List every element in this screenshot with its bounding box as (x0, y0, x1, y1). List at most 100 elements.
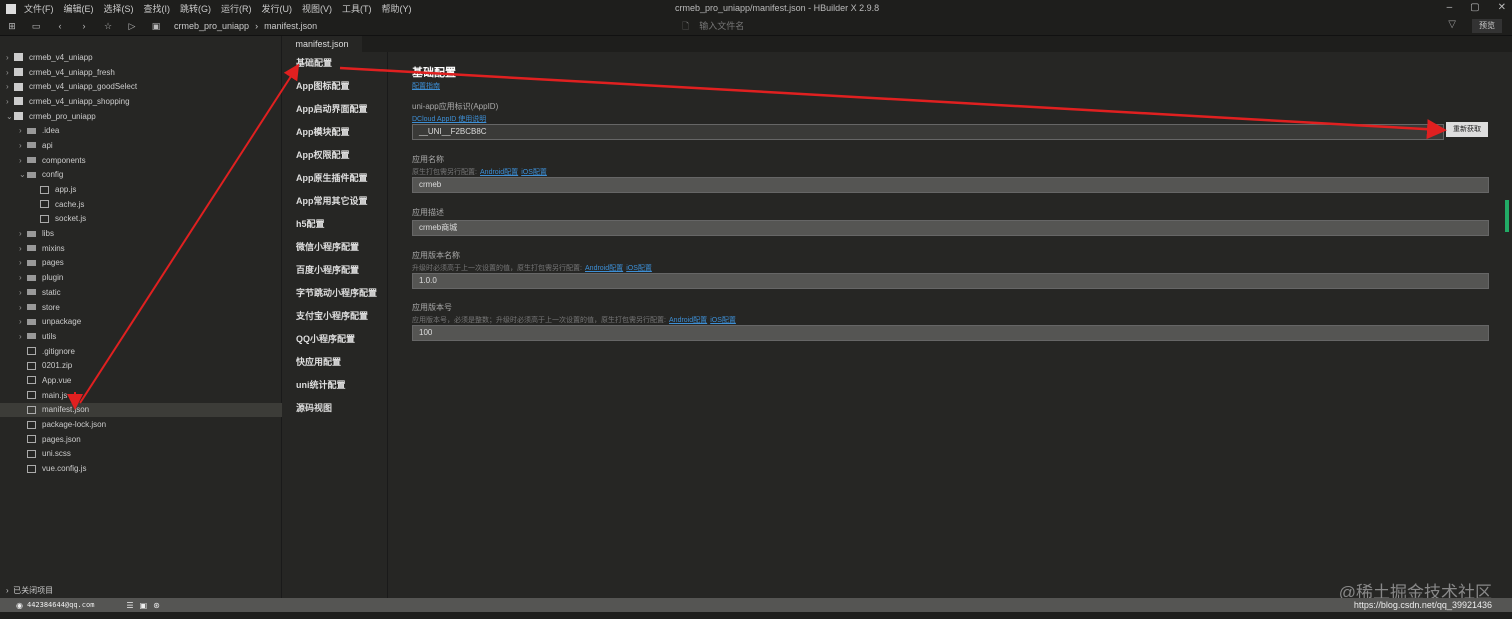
new-file-icon[interactable]: ⊞ (0, 21, 24, 32)
nav-item[interactable]: App启动界面配置 (282, 98, 387, 121)
chevron-icon[interactable]: › (6, 68, 14, 77)
menu-goto[interactable]: 跳转(G) (180, 2, 211, 15)
scrollbar[interactable] (1505, 200, 1509, 232)
menu-find[interactable]: 查找(I) (144, 2, 171, 15)
version-name-android-link[interactable]: Android配置 (585, 265, 623, 272)
nav-item[interactable]: 微信小程序配置 (282, 236, 387, 259)
breadcrumb-project[interactable]: crmeb_pro_uniapp (174, 21, 249, 31)
star-icon[interactable]: ☆ (96, 21, 120, 32)
menu-select[interactable]: 选择(S) (104, 2, 134, 15)
chevron-icon[interactable]: › (19, 303, 27, 312)
user-account[interactable]: 442384644@qq.com (27, 601, 94, 609)
config-guide-link[interactable]: 配置指南 (412, 83, 440, 90)
filter-icon[interactable]: ▽ (1448, 19, 1456, 30)
version-name-field[interactable]: 1.0.0 (412, 273, 1489, 289)
menu-tools[interactable]: 工具(T) (342, 2, 372, 15)
tree-item[interactable]: pages.json (0, 432, 282, 447)
chevron-icon[interactable]: ⌄ (19, 170, 27, 179)
nav-item[interactable]: 源码视图 (282, 397, 387, 420)
closed-projects[interactable]: › 已关闭项目 (6, 585, 53, 596)
tree-item[interactable]: manifest.json (0, 402, 282, 418)
breadcrumb-file[interactable]: manifest.json (264, 21, 317, 31)
run-icon[interactable]: ▷ (120, 21, 144, 32)
nav-item[interactable]: App图标配置 (282, 75, 387, 98)
tree-item[interactable]: ⌄ crmeb_pro_uniapp (0, 109, 282, 124)
chevron-icon[interactable]: › (19, 141, 27, 150)
tree-item[interactable]: App.vue (0, 373, 282, 388)
tree-item[interactable]: › store (0, 300, 282, 315)
chevron-icon[interactable]: › (19, 288, 27, 297)
tree-item[interactable]: › crmeb_v4_uniapp_shopping (0, 94, 282, 109)
refetch-appid-button[interactable]: 重新获取 (1446, 122, 1488, 137)
version-code-android-link[interactable]: Android配置 (669, 317, 707, 324)
version-code-field[interactable]: 100 (412, 325, 1489, 341)
appid-field[interactable]: __UNI__F2BCB8C (412, 124, 1444, 140)
preview-button[interactable]: 预览 (1472, 19, 1502, 33)
menu-publish[interactable]: 发行(U) (262, 2, 293, 15)
tree-item[interactable]: vue.config.js (0, 461, 282, 476)
tree-item[interactable]: › crmeb_v4_uniapp_goodSelect (0, 79, 282, 94)
tree-item[interactable]: › crmeb_v4_uniapp_fresh (0, 65, 282, 80)
forward-icon[interactable]: › (72, 21, 96, 31)
back-icon[interactable]: ‹ (48, 21, 72, 31)
chevron-icon[interactable]: › (19, 156, 27, 165)
chevron-icon[interactable]: › (19, 317, 27, 326)
tab-manifest-json[interactable]: manifest.json (282, 36, 362, 52)
nav-item[interactable]: 字节跳动小程序配置 (282, 282, 387, 305)
tree-item[interactable]: › unpackage (0, 314, 282, 329)
menu-run[interactable]: 运行(R) (221, 2, 252, 15)
chevron-icon[interactable]: › (19, 244, 27, 253)
tree-item[interactable]: › static (0, 285, 282, 300)
chevron-icon[interactable]: › (19, 273, 27, 282)
tree-item[interactable]: › mixins (0, 241, 282, 256)
tree-item[interactable]: › crmeb_v4_uniapp (0, 50, 282, 65)
minimize-icon[interactable]: – (1447, 2, 1453, 13)
nav-item[interactable]: h5配置 (282, 213, 387, 236)
tree-item[interactable]: › pages (0, 256, 282, 271)
nav-item[interactable]: QQ小程序配置 (282, 328, 387, 351)
tree-item[interactable]: › components (0, 153, 282, 168)
nav-item[interactable]: 百度小程序配置 (282, 259, 387, 282)
nav-item[interactable]: 支付宝小程序配置 (282, 305, 387, 328)
nav-item[interactable]: App常用其它设置 (282, 190, 387, 213)
tree-item[interactable]: › plugin (0, 270, 282, 285)
tree-item[interactable]: ⌄ config (0, 168, 282, 183)
menu-edit[interactable]: 编辑(E) (64, 2, 94, 15)
nav-item[interactable]: App原生插件配置 (282, 167, 387, 190)
tree-item[interactable]: › libs (0, 226, 282, 241)
tree-item[interactable]: app.js (0, 182, 282, 197)
chevron-icon[interactable]: › (6, 97, 14, 106)
tree-item[interactable]: uni.scss (0, 447, 282, 462)
file-search-input[interactable]: 🗋 输入文件名 (682, 19, 744, 35)
app-name-android-link[interactable]: Android配置 (480, 169, 518, 176)
appid-help-link[interactable]: DCloud AppID 使用说明 (412, 116, 486, 123)
maximize-icon[interactable]: ▢ (1470, 2, 1479, 13)
tree-item[interactable]: main.js (0, 388, 282, 403)
app-name-ios-link[interactable]: iOS配置 (521, 169, 547, 176)
version-name-ios-link[interactable]: iOS配置 (626, 265, 652, 272)
plugin-icon[interactable]: ⊛ (153, 601, 160, 610)
chevron-icon[interactable]: › (6, 53, 14, 62)
nav-item[interactable]: 快应用配置 (282, 351, 387, 374)
chevron-icon[interactable]: › (6, 82, 14, 91)
close-icon[interactable]: ✕ (1498, 2, 1506, 13)
chevron-icon[interactable]: ⌄ (6, 112, 14, 121)
tree-item[interactable]: package-lock.json (0, 417, 282, 432)
console-icon[interactable]: ▣ (140, 601, 148, 610)
list-icon[interactable]: ☰ (126, 601, 133, 610)
nav-item[interactable]: App模块配置 (282, 121, 387, 144)
nav-item[interactable]: uni统计配置 (282, 374, 387, 397)
tree-item[interactable]: › utils (0, 329, 282, 344)
tree-item[interactable]: .gitignore (0, 344, 282, 359)
chevron-icon[interactable]: › (19, 332, 27, 341)
save-icon[interactable]: ▭ (24, 21, 48, 32)
tree-item[interactable]: cache.js (0, 197, 282, 212)
chevron-icon[interactable]: › (19, 126, 27, 135)
app-desc-field[interactable]: crmeb商城 (412, 220, 1489, 236)
tree-item[interactable]: 0201.zip (0, 358, 282, 373)
nav-item[interactable]: 基础配置 (282, 52, 387, 75)
menu-view[interactable]: 视图(V) (302, 2, 332, 15)
app-name-field[interactable]: crmeb (412, 177, 1489, 193)
chevron-icon[interactable]: › (19, 229, 27, 238)
tree-item[interactable]: › .idea (0, 123, 282, 138)
